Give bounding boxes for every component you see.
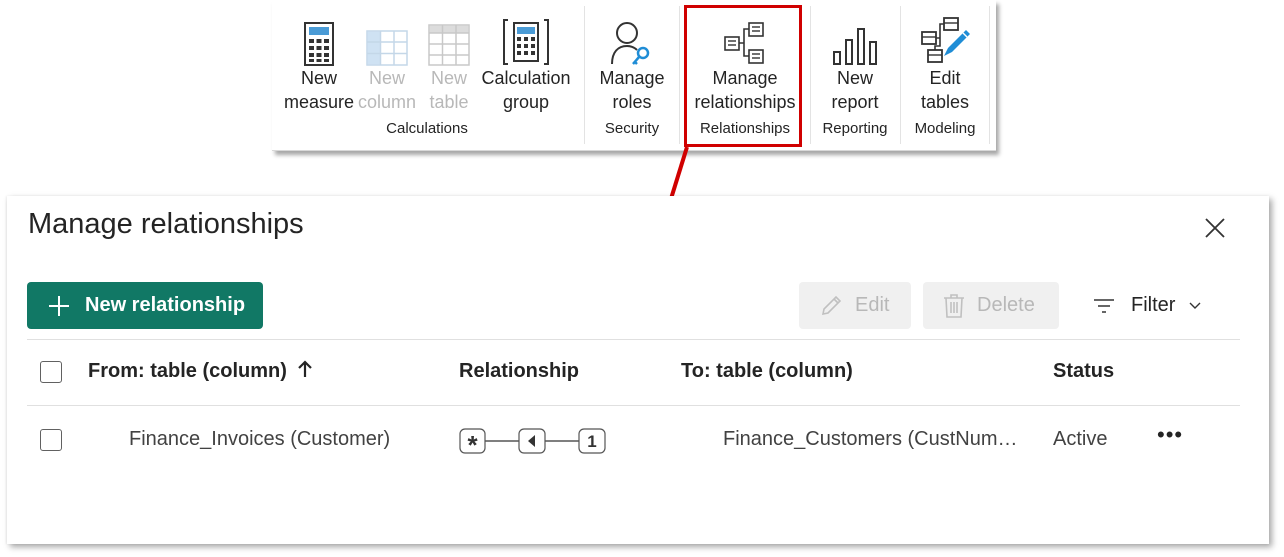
ribbon: New measure New column New table Calcula… [272,0,996,151]
new-table-button[interactable]: New table [422,10,476,114]
bar-chart-icon [833,28,877,65]
new-table-line1: New [430,68,467,88]
ribbon-separator [900,6,901,144]
edit-button[interactable]: Edit [799,282,911,329]
new-relationship-label: New relationship [85,294,246,316]
more-options-icon[interactable]: ••• [1157,422,1183,448]
relationship-diagram: * 1 [459,428,609,460]
row-to: Finance_Customers (CustNum… [723,428,1018,450]
delete-button[interactable]: Delete [923,282,1059,329]
dialog-title: Manage relationships [28,208,304,240]
row-from: Finance_Invoices (Customer) [129,428,391,450]
select-all-checkbox[interactable] [40,361,62,383]
edit-tables-icon [921,17,970,63]
edit-tables-line2: tables [920,92,970,112]
filter-icon [1094,298,1114,313]
column-header-to[interactable]: To: table (column) [681,360,853,383]
new-measure-line1: New [300,68,337,88]
highlight-box [684,5,802,147]
table-icon [428,24,470,66]
new-report-line1: New [836,68,873,88]
filter-button[interactable]: Filter [1093,294,1201,317]
manage-roles-button[interactable]: Manage roles [596,10,668,114]
new-column-button[interactable]: New column [356,10,418,114]
sort-ascending-icon [298,360,313,377]
close-icon[interactable] [1203,216,1227,240]
edit-tables-line1: Edit [929,68,961,88]
column-header-from-label: From: table (column) [88,360,287,382]
from-cardinality: * [467,430,478,460]
calculation-group-line1: Calculation [481,68,571,88]
delete-label: Delete [977,294,1035,316]
pencil-icon [821,295,842,315]
group-label-reporting: Reporting [822,120,888,137]
calculator-icon [304,22,334,66]
group-label-calculations: Calculations [386,120,468,137]
edit-label: Edit [855,294,890,316]
manage-relationships-dialog: Manage relationships New relationship Ed… [7,196,1269,544]
user-key-icon [611,22,650,65]
ribbon-separator [584,6,585,144]
divider [27,405,1240,406]
ribbon-separator [989,6,990,144]
divider [27,339,1240,340]
column-header-relationship[interactable]: Relationship [459,360,579,383]
filter-label: Filter [1131,294,1176,316]
new-report-line2: report [831,92,879,112]
calculation-group-button[interactable]: Calculation group [480,10,572,114]
ribbon-separator [810,6,811,144]
new-report-button[interactable]: New report [820,10,890,114]
new-column-line1: New [368,68,405,88]
trash-icon [944,293,964,318]
new-measure-line2: measure [284,92,355,112]
column-header-status[interactable]: Status [1053,360,1114,383]
calculation-group-icon [503,19,549,65]
row-checkbox[interactable] [40,429,62,451]
plus-icon [49,295,69,316]
column-header-from[interactable]: From: table (column) [88,360,313,383]
ribbon-separator [679,6,680,144]
row-status: Active [1053,428,1108,450]
edit-tables-button[interactable]: Edit tables [908,10,982,114]
column-table-icon [366,30,408,66]
group-label-modeling: Modeling [914,120,976,137]
new-column-line2: column [357,92,417,112]
manage-roles-line1: Manage [599,68,665,88]
group-label-security: Security [604,120,660,137]
manage-roles-line2: roles [612,92,652,112]
calculation-group-line2: group [502,92,550,112]
chevron-down-icon [1189,302,1201,309]
new-measure-button[interactable]: New measure [284,10,354,114]
to-cardinality: 1 [587,432,597,451]
new-table-line2: table [429,92,469,112]
new-relationship-button[interactable]: New relationship [27,282,263,329]
